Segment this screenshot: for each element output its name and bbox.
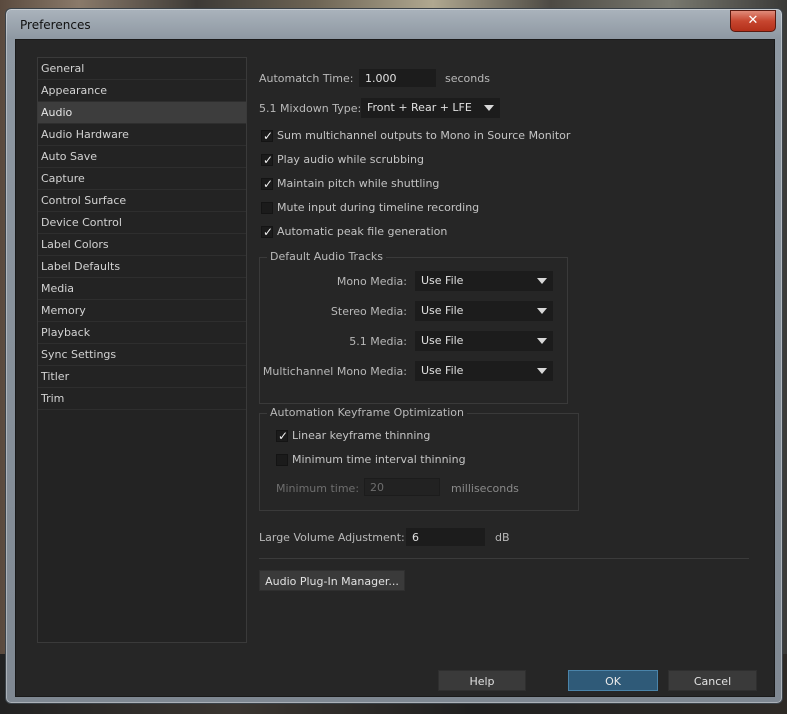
keyframe-optimization-group: Automation Keyframe Optimization ✓ Linea… xyxy=(259,406,579,511)
checkmark-icon: ✓ xyxy=(263,153,274,167)
checkbox-box: ✓ xyxy=(261,129,274,143)
mixdown-type-label: 5.1 Mixdown Type: xyxy=(259,102,362,115)
checkbox-box: ✓ xyxy=(261,225,274,239)
sidebar-item-label-defaults[interactable]: Label Defaults xyxy=(38,256,246,278)
group-title: Automation Keyframe Optimization xyxy=(267,406,467,419)
checkbox-label: Automatic peak file generation xyxy=(277,225,448,238)
dialog-client-area: General Appearance Audio Audio Hardware … xyxy=(15,39,775,697)
multichannel-mono-media-value: Use File xyxy=(421,364,464,377)
mono-media-value: Use File xyxy=(421,274,464,287)
checkbox-label: Mute input during timeline recording xyxy=(277,201,480,214)
checkbox-box: ✓ xyxy=(261,153,274,167)
stereo-media-label: Stereo Media: xyxy=(330,305,407,318)
automatch-time-label: Automatch Time: xyxy=(259,72,354,85)
sidebar-item-audio-hardware[interactable]: Audio Hardware xyxy=(38,124,246,146)
checkbox-label: Sum multichannel outputs to Mono in Sour… xyxy=(277,129,571,142)
checkbox-box xyxy=(276,454,288,466)
automatch-unit: seconds xyxy=(445,72,490,85)
minimum-time-label: Minimum time: xyxy=(276,482,360,495)
chevron-down-icon xyxy=(537,368,547,374)
large-volume-label: Large Volume Adjustment: xyxy=(259,531,405,544)
checkbox-label: Minimum time interval thinning xyxy=(292,453,466,466)
stereo-media-value: Use File xyxy=(421,304,464,317)
sidebar-item-playback[interactable]: Playback xyxy=(38,322,246,344)
cancel-button[interactable]: Cancel xyxy=(668,670,757,691)
sidebar-item-memory[interactable]: Memory xyxy=(38,300,246,322)
stereo-media-select[interactable]: Use File xyxy=(415,301,553,321)
group-title: Default Audio Tracks xyxy=(267,250,386,263)
sidebar-item-capture[interactable]: Capture xyxy=(38,168,246,190)
five-one-media-label: 5.1 Media: xyxy=(349,335,407,348)
mixdown-type-value: Front + Rear + LFE xyxy=(367,101,472,114)
sidebar-item-trim[interactable]: Trim xyxy=(38,388,246,410)
chevron-down-icon xyxy=(537,278,547,284)
close-button[interactable]: ✕ xyxy=(730,10,776,32)
chevron-down-icon xyxy=(537,338,547,344)
checkbox-label: Play audio while scrubbing xyxy=(277,153,425,166)
checkmark-icon: ✓ xyxy=(263,177,274,191)
window-title: Preferences xyxy=(20,18,91,32)
sidebar-item-auto-save[interactable]: Auto Save xyxy=(38,146,246,168)
minimum-time-input[interactable]: 20 xyxy=(364,478,440,496)
sidebar-item-control-surface[interactable]: Control Surface xyxy=(38,190,246,212)
preferences-dialog: Preferences ✕ General Appearance Audio A… xyxy=(5,8,783,704)
large-volume-input[interactable]: 6 xyxy=(406,528,485,546)
checkbox-box: ✓ xyxy=(261,177,274,191)
sidebar-item-device-control[interactable]: Device Control xyxy=(38,212,246,234)
large-volume-unit: dB xyxy=(495,531,510,544)
sidebar-item-titler[interactable]: Titler xyxy=(38,366,246,388)
audio-settings-panel: Automatch Time: 1.000 seconds 5.1 Mixdow… xyxy=(259,40,774,696)
chevron-down-icon xyxy=(537,308,547,314)
checkbox-label: Maintain pitch while shuttling xyxy=(277,177,440,190)
five-one-media-select[interactable]: Use File xyxy=(415,331,553,351)
category-list: General Appearance Audio Audio Hardware … xyxy=(37,57,247,643)
checkbox-label: Linear keyframe thinning xyxy=(292,429,431,442)
sidebar-item-label-colors[interactable]: Label Colors xyxy=(38,234,246,256)
close-icon: ✕ xyxy=(747,13,759,28)
five-one-media-value: Use File xyxy=(421,334,464,347)
sidebar-item-media[interactable]: Media xyxy=(38,278,246,300)
title-bar: Preferences ✕ xyxy=(6,9,782,39)
help-button[interactable]: Help xyxy=(438,670,526,691)
sidebar-item-sync-settings[interactable]: Sync Settings xyxy=(38,344,246,366)
multichannel-mono-media-select[interactable]: Use File xyxy=(415,361,553,381)
sidebar-item-audio[interactable]: Audio xyxy=(38,102,246,124)
checkmark-icon: ✓ xyxy=(263,225,274,239)
default-audio-tracks-group: Default Audio Tracks Mono Media: Use Fil… xyxy=(259,250,568,404)
mono-media-label: Mono Media: xyxy=(336,275,407,288)
sidebar-item-general[interactable]: General xyxy=(38,58,246,80)
mono-media-select[interactable]: Use File xyxy=(415,271,553,291)
sidebar-item-appearance[interactable]: Appearance xyxy=(38,80,246,102)
checkbox-box: ✓ xyxy=(276,429,289,443)
chevron-down-icon xyxy=(484,105,494,111)
checkmark-icon: ✓ xyxy=(263,129,274,143)
automatch-time-input[interactable]: 1.000 xyxy=(359,69,436,87)
minimum-time-unit: milliseconds xyxy=(451,482,519,495)
divider xyxy=(259,558,749,559)
checkbox-box xyxy=(261,202,273,214)
mixdown-type-select[interactable]: Front + Rear + LFE xyxy=(361,98,500,118)
audio-plugin-manager-button[interactable]: Audio Plug-In Manager... xyxy=(259,570,405,591)
multichannel-mono-media-label: Multichannel Mono Media: xyxy=(262,365,407,378)
checkmark-icon: ✓ xyxy=(278,429,289,443)
ok-button[interactable]: OK xyxy=(568,670,658,691)
